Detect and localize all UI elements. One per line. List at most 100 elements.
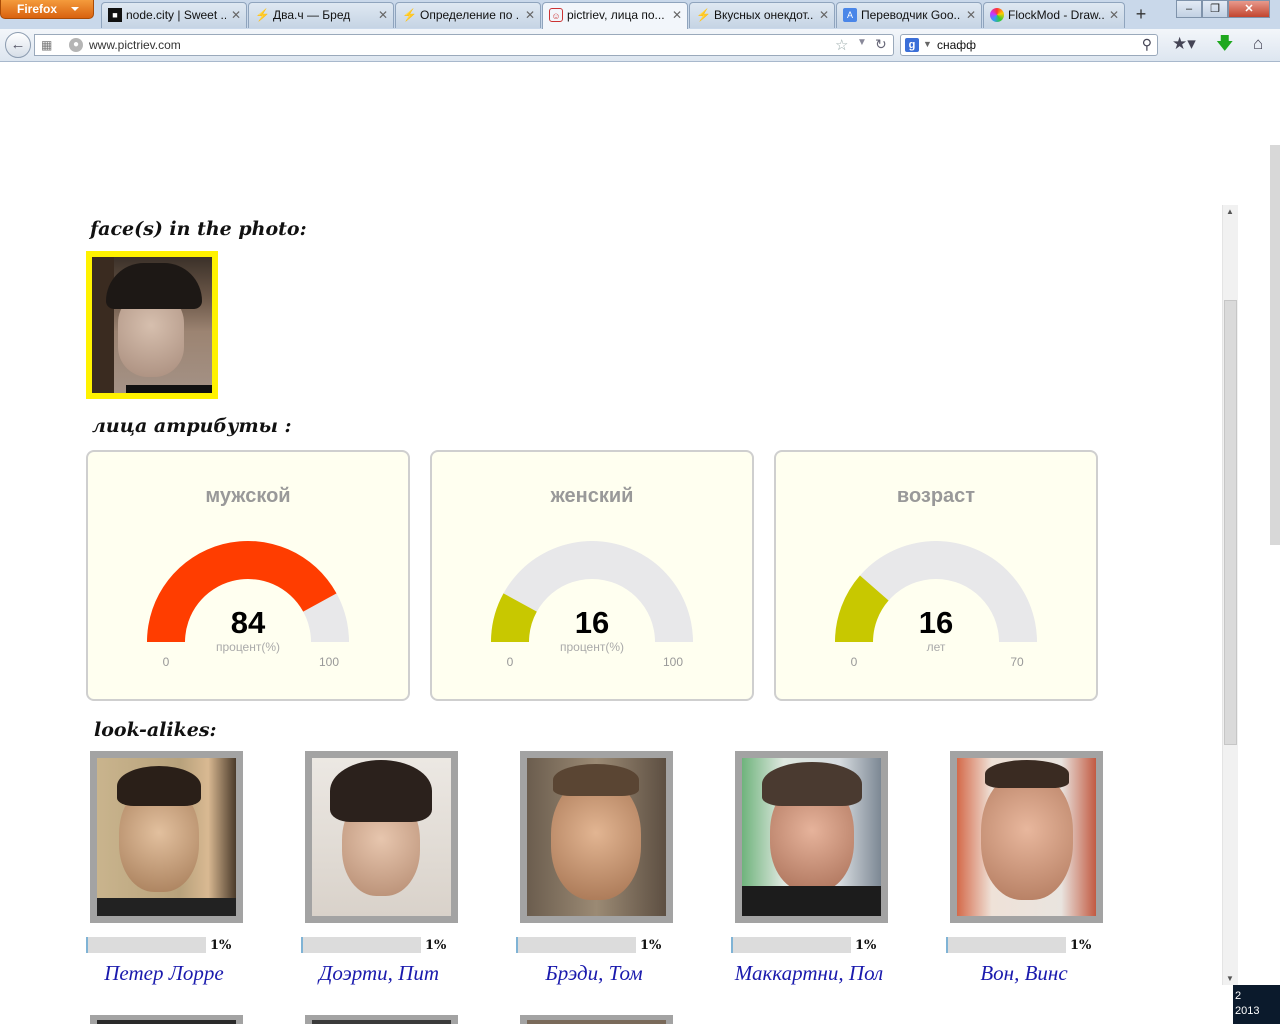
lookalike-name-link[interactable]: Вон, Винс xyxy=(904,961,1144,986)
bookmark-star-icon[interactable]: ☆ xyxy=(835,36,848,54)
photo-jacket xyxy=(742,886,881,916)
similarity-bar xyxy=(731,937,851,953)
gauge-unit: процент(%) xyxy=(559,640,625,654)
tab-google-translate[interactable]: A Переводчик Goo... ✕ xyxy=(836,2,982,28)
search-icon[interactable]: ⚲ xyxy=(1142,36,1152,53)
search-box[interactable]: g ▼ снафф ⚲ xyxy=(900,34,1158,56)
gauge-min: 0 xyxy=(850,655,858,669)
lookalike-name-link[interactable]: Маккартни, Пол xyxy=(689,961,929,986)
lookalike-photo-frame[interactable] xyxy=(520,1015,673,1024)
reload-icon[interactable]: ↻ xyxy=(875,36,887,53)
new-tab-button[interactable]: + xyxy=(1128,3,1154,27)
face-hair xyxy=(553,764,639,796)
home-icon[interactable]: ⌂ xyxy=(1253,33,1263,55)
lookalike-name-link[interactable]: Доэрти, Пит xyxy=(259,961,499,986)
scroll-up-icon[interactable]: ▲ xyxy=(1226,207,1234,216)
lookalike-photo-frame[interactable] xyxy=(305,1015,458,1024)
globe-icon: ● xyxy=(69,38,83,52)
google-icon[interactable]: g xyxy=(905,38,919,52)
similarity-bar-fill xyxy=(732,937,734,953)
similarity-percent: 1% xyxy=(640,938,662,953)
lookalike-name-link[interactable]: Брэди, Том xyxy=(474,961,714,986)
minimize-button[interactable]: – xyxy=(1176,0,1202,18)
close-window-button[interactable]: ✕ xyxy=(1228,0,1270,18)
lookalike-photo-frame[interactable] xyxy=(735,751,888,923)
gauge-svg xyxy=(147,541,349,642)
window-scrollbar-thumb[interactable] xyxy=(1270,145,1280,545)
lookalike-name-link[interactable]: Петер Лорре xyxy=(44,961,284,986)
maximize-icon: ❐ xyxy=(1210,3,1220,15)
url-text[interactable]: www.pictriev.com xyxy=(89,38,181,52)
tab-jokes[interactable]: ⚡ Вкусных онекдот... ✕ xyxy=(689,2,835,28)
attributes-heading: лица атрибуты : xyxy=(92,415,292,437)
tab-groups-icon[interactable]: ▦ xyxy=(41,38,52,52)
maximize-button[interactable]: ❐ xyxy=(1202,0,1228,18)
gauge-svg xyxy=(491,541,693,642)
scroll-down-icon[interactable]: ▼ xyxy=(1226,974,1234,983)
lookalike-photo-frame[interactable] xyxy=(950,751,1103,923)
bookmarks-menu-icon[interactable]: ★▾ xyxy=(1172,33,1196,55)
lookalike-photo-frame[interactable] xyxy=(90,751,243,923)
firefox-menu-label: Firefox xyxy=(17,2,58,16)
close-icon[interactable]: ✕ xyxy=(231,3,241,27)
tab-dvach[interactable]: ⚡ Два.ч — Бред ✕ xyxy=(248,2,394,28)
address-bar[interactable]: ▦ ● www.pictriev.com ☆ ▼ ↻ xyxy=(34,34,894,56)
tab-pictriev[interactable]: ☺ pictriev, лица по... ✕ xyxy=(542,2,688,29)
tab-flockmod[interactable]: FlockMod - Draw... ✕ xyxy=(983,2,1125,28)
tab-title: Переводчик Goo... xyxy=(861,8,961,22)
gauge-unit: лет xyxy=(926,640,946,654)
face-hair xyxy=(985,760,1069,788)
search-input[interactable]: снафф xyxy=(937,38,976,52)
lookalike-photo-frame[interactable] xyxy=(305,751,458,923)
close-icon[interactable]: ✕ xyxy=(966,3,976,27)
close-icon[interactable]: ✕ xyxy=(378,3,388,27)
gauge-value: 16 xyxy=(574,605,610,640)
lookalike-photo xyxy=(527,758,666,916)
download-arrow-icon[interactable]: 🡇 xyxy=(1216,33,1233,55)
similarity-percent: 1% xyxy=(855,938,877,953)
lookalike-photo xyxy=(527,1020,666,1024)
lookalikes-heading: look-alikes: xyxy=(94,719,217,741)
gauge-svg xyxy=(835,541,1037,642)
lightning-icon: ⚡ xyxy=(402,8,417,22)
tab-node-city[interactable]: ■ node.city | Sweet ... ✕ xyxy=(101,2,247,28)
history-dropdown-icon[interactable]: ▼ xyxy=(857,37,867,48)
gauge-min: 0 xyxy=(162,655,170,669)
tab-title: pictriev, лица по... xyxy=(567,8,665,22)
gauge-min: 0 xyxy=(506,655,514,669)
lookalike-photo xyxy=(312,1020,451,1024)
gauge-card-age: возраст 16 лет 0 70 xyxy=(774,450,1098,701)
face-skin xyxy=(551,778,641,900)
firefox-menu-button[interactable]: Firefox xyxy=(0,0,94,19)
back-arrow-icon: ← xyxy=(10,36,26,53)
similarity-percent: 1% xyxy=(1070,938,1092,953)
close-icon[interactable]: ✕ xyxy=(672,3,682,27)
scrollbar-thumb[interactable] xyxy=(1224,300,1237,745)
similarity-bar xyxy=(301,937,421,953)
lookalike-photo-frame[interactable] xyxy=(520,751,673,923)
similarity-bar xyxy=(516,937,636,953)
page-scrollbar[interactable]: ▲ ▼ xyxy=(1222,205,1238,985)
face-hair xyxy=(106,263,202,309)
photo-shadow xyxy=(126,385,212,393)
tab-definition[interactable]: ⚡ Определение по ... ✕ xyxy=(395,2,541,28)
faces-heading: face(s) in the photo: xyxy=(90,218,307,240)
gauge-max: 70 xyxy=(1010,655,1024,669)
chevron-down-icon[interactable]: ▼ xyxy=(923,39,932,49)
back-button[interactable]: ← xyxy=(5,32,31,58)
gauge-card-female: женский 16 процент(%) 0 100 xyxy=(430,450,754,701)
detected-face-thumbnail[interactable] xyxy=(86,251,218,399)
face-skin xyxy=(981,772,1073,900)
close-icon[interactable]: ✕ xyxy=(1109,3,1119,27)
lookalike-photo-frame[interactable] xyxy=(90,1015,243,1024)
face-hair xyxy=(762,762,862,806)
black-square-icon: ■ xyxy=(108,8,122,22)
lightning-icon: ⚡ xyxy=(255,8,270,22)
gauge-unit: процент(%) xyxy=(215,640,281,654)
similarity-bar xyxy=(946,937,1066,953)
close-icon[interactable]: ✕ xyxy=(819,3,829,27)
similarity-percent: 1% xyxy=(425,938,447,953)
translate-icon: A xyxy=(843,8,857,22)
taskbar-clock: 2 2013 xyxy=(1233,985,1280,1024)
close-icon[interactable]: ✕ xyxy=(525,3,535,27)
